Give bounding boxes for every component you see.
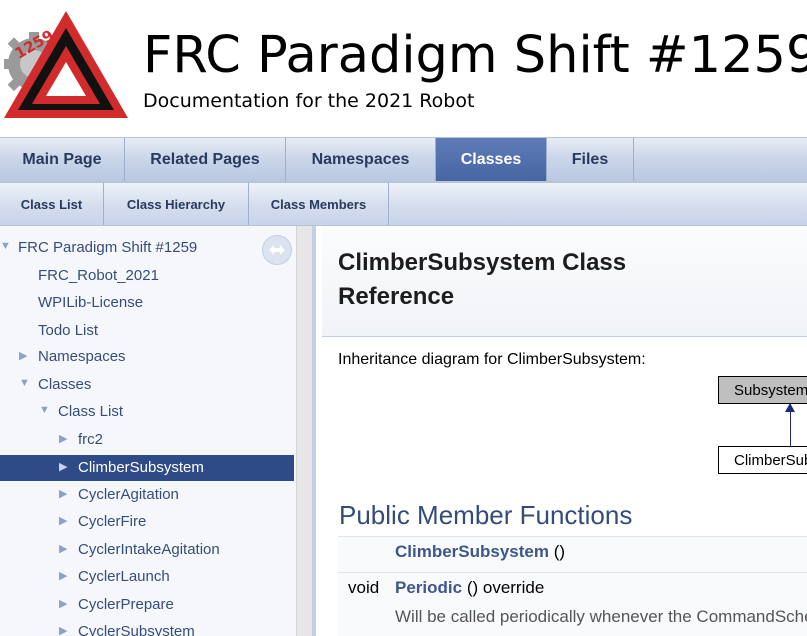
sub-nav-tabs: Class List Class Hierarchy Class Members <box>0 182 807 226</box>
member-description: Will be called periodically whenever the… <box>395 607 807 626</box>
tree-item-frc2[interactable]: ▶ frc2 <box>0 427 294 453</box>
tab-files[interactable]: Files <box>547 138 634 181</box>
expand-arrow-icon[interactable]: ▶ <box>59 624 67 636</box>
page-title: ClimberSubsystem Class Reference <box>338 249 627 310</box>
collapse-arrow-icon[interactable]: ▼ <box>19 377 30 389</box>
tree-item-label: CyclerLaunch <box>78 568 170 585</box>
tree-item-label: CyclerPrepare <box>78 596 174 613</box>
member-row: void Periodic () override Will be called… <box>338 572 807 636</box>
tree-item-cycler-intake-agitation[interactable]: ▶ CyclerIntakeAgitation <box>0 537 294 563</box>
tab-class-list[interactable]: Class List <box>0 183 104 225</box>
tree-item-classes[interactable]: ▼ Classes <box>0 372 294 398</box>
section-heading-public-member-functions: Public Member Functions <box>339 500 633 530</box>
tab-class-members[interactable]: Class Members <box>249 183 389 225</box>
tab-namespaces[interactable]: Namespaces <box>286 138 436 181</box>
tree-item-label: FRC Paradigm Shift #1259 <box>18 239 198 256</box>
sidebar-resize-handle[interactable] <box>312 226 316 636</box>
member-signature: Periodic () override <box>395 578 544 598</box>
tree-item-label: CyclerIntakeAgitation <box>78 541 220 558</box>
member-link[interactable]: ClimberSubsystem <box>395 542 549 561</box>
tree-item-cycler-subsystem[interactable]: ▶ CyclerSubsystem <box>0 619 294 636</box>
nav-tree-sidebar: ▼ FRC Paradigm Shift #1259 FRC_Robot_202… <box>0 226 316 636</box>
page-header: 1259 FRC Paradigm Shift #1259 Documentat… <box>0 0 807 137</box>
expand-arrow-icon[interactable]: ▶ <box>19 349 27 362</box>
tree-item-project[interactable]: ▼ FRC Paradigm Shift #1259 <box>0 235 294 261</box>
expand-arrow-icon[interactable]: ▶ <box>59 542 67 555</box>
tree-item-label: Namespaces <box>38 348 126 365</box>
diagram-arrow-icon <box>785 403 795 412</box>
tab-main-page[interactable]: Main Page <box>0 138 125 181</box>
main-nav-tabs: Main Page Related Pages Namespaces Class… <box>0 137 807 182</box>
tree-item-class-list[interactable]: ▼ Class List <box>0 399 294 425</box>
tree-item-namespaces[interactable]: ▶ Namespaces <box>0 344 294 370</box>
member-args: () <box>549 542 566 561</box>
tree-item-cycler-agitation[interactable]: ▶ CyclerAgitation <box>0 482 294 508</box>
tree-item-label: CyclerSubsystem <box>78 623 195 636</box>
header-title-band: ClimberSubsystem Class Reference <box>322 226 807 337</box>
expand-arrow-icon[interactable]: ▶ <box>59 487 67 500</box>
expand-arrow-icon[interactable]: ▶ <box>59 460 67 473</box>
tree-item-label: WPILib-License <box>38 294 144 311</box>
tree-item-label: CyclerAgitation <box>78 486 179 503</box>
member-signature: ClimberSubsystem () <box>395 542 565 562</box>
member-row: ClimberSubsystem () <box>338 536 807 573</box>
expand-arrow-icon[interactable]: ▶ <box>59 597 67 610</box>
tree-item-todo-list[interactable]: Todo List <box>0 318 294 344</box>
tree-item-label: CyclerFire <box>78 513 147 530</box>
expand-arrow-icon[interactable]: ▶ <box>59 569 67 582</box>
member-link[interactable]: Periodic <box>395 578 462 597</box>
tree-item-cycler-launch[interactable]: ▶ CyclerLaunch <box>0 564 294 590</box>
tree-item-label: Todo List <box>38 322 99 339</box>
expand-arrow-icon[interactable]: ▶ <box>59 432 67 445</box>
tree-item-frc-robot-2021[interactable]: FRC_Robot_2021 <box>0 263 294 289</box>
tree-item-label: FRC_Robot_2021 <box>38 267 159 284</box>
member-return-type: void <box>348 578 380 597</box>
tree-item-label: ClimberSubsystem <box>78 459 204 476</box>
tree-item-label: frc2 <box>78 431 104 448</box>
tab-classes[interactable]: Classes <box>436 138 547 181</box>
tree-item-cycler-prepare[interactable]: ▶ CyclerPrepare <box>0 592 294 618</box>
main-content: ClimberSubsystem Class Reference Inherit… <box>322 226 807 636</box>
tab-related-pages[interactable]: Related Pages <box>125 138 286 181</box>
project-title: FRC Paradigm Shift #1259 <box>143 26 807 85</box>
sync-toggle-icon[interactable] <box>262 235 292 265</box>
team-logo: 1259 <box>2 8 132 126</box>
diagram-parent-class[interactable]: Subsystem <box>718 376 807 404</box>
collapse-arrow-icon[interactable]: ▼ <box>39 404 50 416</box>
tree-item-label: Class List <box>58 403 124 420</box>
expand-arrow-icon[interactable]: ▶ <box>59 514 67 527</box>
member-args: () override <box>462 578 545 597</box>
diagram-child-class: ClimberSubsystem <box>718 446 807 474</box>
inheritance-caption: Inheritance diagram for ClimberSubsystem… <box>338 351 646 368</box>
tab-class-hierarchy[interactable]: Class Hierarchy <box>104 183 249 225</box>
tree-item-label: Classes <box>38 376 92 393</box>
sidebar-scrollbar[interactable] <box>296 226 313 636</box>
tree-item-cycler-fire[interactable]: ▶ CyclerFire <box>0 509 294 535</box>
tree-item-climber-subsystem[interactable]: ▶ ClimberSubsystem <box>0 455 294 481</box>
tree-item-wpilib-license[interactable]: WPILib-License <box>0 290 294 316</box>
expand-arrow-icon[interactable]: ▼ <box>0 240 11 252</box>
project-brief: Documentation for the 2021 Robot <box>143 90 475 112</box>
